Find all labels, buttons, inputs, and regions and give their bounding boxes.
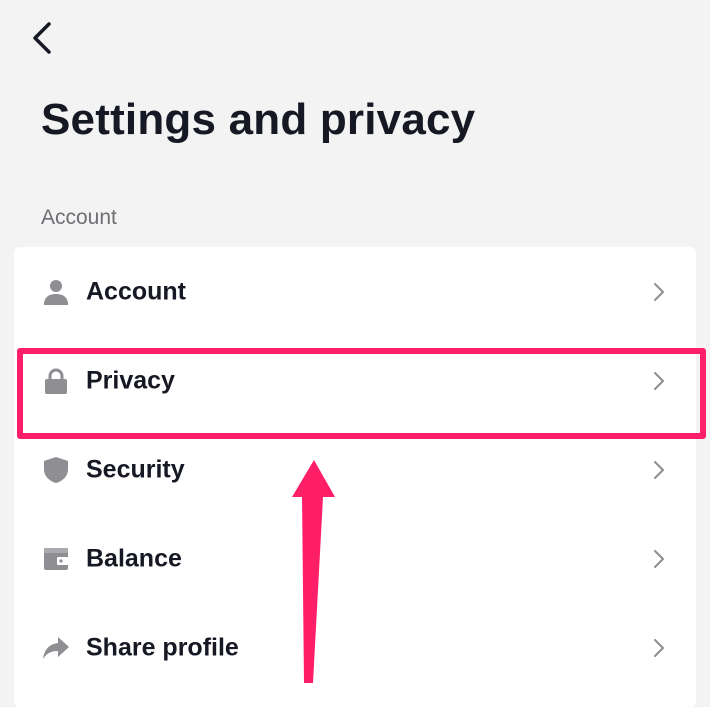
settings-row-label: Account	[86, 277, 186, 305]
share-icon	[42, 634, 70, 662]
settings-row-label: Privacy	[86, 366, 175, 394]
settings-row-balance[interactable]: Balance	[14, 514, 696, 603]
chevron-left-icon	[33, 22, 51, 54]
settings-row-label: Security	[86, 455, 185, 483]
shield-icon	[42, 456, 70, 484]
lock-icon	[42, 367, 70, 395]
settings-row-privacy[interactable]: Privacy	[14, 336, 696, 425]
chevron-right-icon	[654, 371, 664, 390]
person-icon	[42, 278, 70, 306]
settings-card: Account Privacy Security Balance Share p…	[14, 247, 696, 707]
wallet-icon	[42, 545, 70, 573]
chevron-right-icon	[654, 460, 664, 479]
chevron-right-icon	[654, 282, 664, 301]
settings-row-security[interactable]: Security	[14, 425, 696, 514]
chevron-right-icon	[654, 549, 664, 568]
settings-row-label: Share profile	[86, 633, 239, 661]
settings-row-account[interactable]: Account	[14, 247, 696, 336]
section-label: Account	[41, 206, 117, 229]
settings-row-share-profile[interactable]: Share profile	[14, 603, 696, 692]
back-button[interactable]	[22, 18, 62, 58]
chevron-right-icon	[654, 638, 664, 657]
settings-row-label: Balance	[86, 544, 182, 572]
page-title: Settings and privacy	[41, 95, 476, 144]
